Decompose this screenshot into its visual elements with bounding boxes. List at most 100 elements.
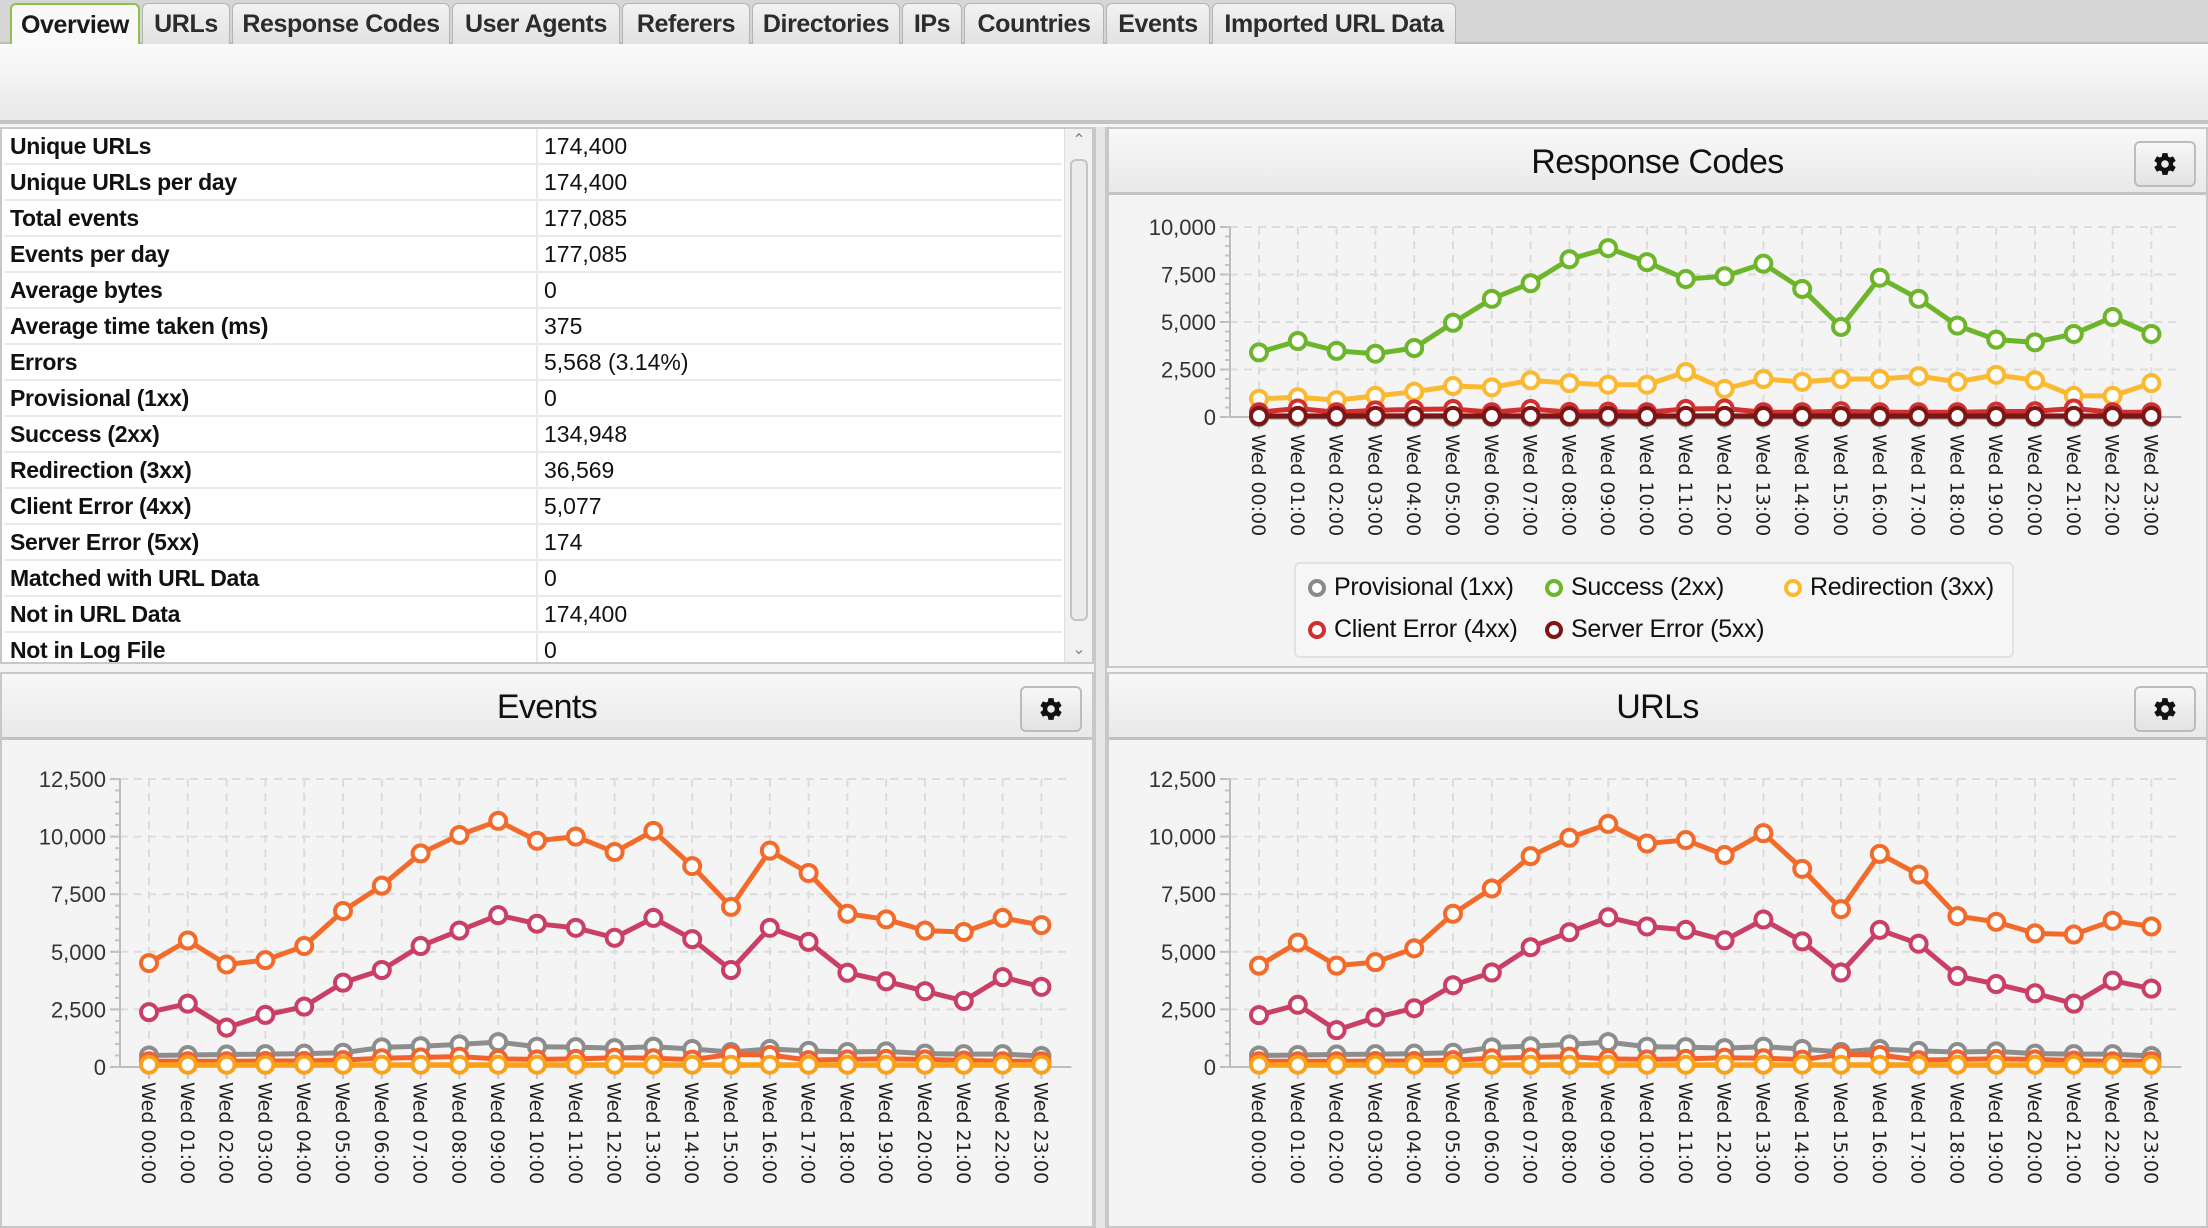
data-point[interactable] bbox=[2141, 373, 2162, 394]
data-point[interactable] bbox=[294, 996, 315, 1017]
data-point[interactable] bbox=[2102, 307, 2123, 328]
data-point[interactable] bbox=[1249, 1054, 1269, 1075]
data-point[interactable] bbox=[1675, 1054, 1696, 1075]
data-point[interactable] bbox=[449, 1054, 470, 1075]
data-point[interactable] bbox=[410, 843, 431, 864]
data-point[interactable] bbox=[1831, 962, 1851, 983]
data-point[interactable] bbox=[1986, 974, 2007, 995]
data-point[interactable] bbox=[1443, 903, 1463, 924]
data-point[interactable] bbox=[1986, 1054, 2007, 1075]
legend-item-client-error[interactable]: Client Error (4xx) bbox=[1308, 614, 1518, 644]
data-point[interactable] bbox=[992, 967, 1013, 988]
data-point[interactable] bbox=[2025, 983, 2045, 1004]
data-point[interactable] bbox=[1675, 830, 1696, 851]
data-point[interactable] bbox=[1443, 405, 1463, 426]
data-point[interactable] bbox=[1792, 278, 1813, 299]
data-point[interactable] bbox=[449, 920, 470, 941]
table-row[interactable]: Redirection (3xx) 36,569 bbox=[4, 453, 1062, 489]
data-point[interactable] bbox=[1986, 406, 2007, 427]
data-point[interactable] bbox=[177, 1054, 198, 1075]
data-point[interactable] bbox=[1326, 955, 1347, 976]
table-row[interactable]: Average bytes 0 bbox=[4, 273, 1062, 309]
data-point[interactable] bbox=[2063, 924, 2084, 945]
data-point[interactable] bbox=[1831, 406, 1851, 427]
data-point[interactable] bbox=[1869, 843, 1890, 864]
data-point[interactable] bbox=[1675, 269, 1696, 290]
table-row[interactable]: Success (2xx) 134,948 bbox=[4, 417, 1062, 453]
data-point[interactable] bbox=[1287, 1054, 1308, 1075]
data-point[interactable] bbox=[1031, 1054, 1052, 1075]
data-point[interactable] bbox=[1404, 938, 1425, 959]
data-point[interactable] bbox=[1675, 919, 1696, 940]
data-point[interactable] bbox=[1598, 238, 1619, 259]
data-point[interactable] bbox=[1520, 937, 1541, 958]
tab-countries[interactable]: Countries bbox=[964, 3, 1104, 44]
data-point[interactable] bbox=[1637, 374, 1657, 395]
data-point[interactable] bbox=[837, 1054, 858, 1075]
data-point[interactable] bbox=[1753, 823, 1774, 844]
data-point[interactable] bbox=[1520, 1054, 1541, 1075]
data-point[interactable] bbox=[2025, 923, 2045, 944]
data-point[interactable] bbox=[1908, 288, 1929, 309]
data-point[interactable] bbox=[1326, 1054, 1347, 1075]
data-point[interactable] bbox=[255, 1004, 276, 1025]
data-point[interactable] bbox=[1287, 331, 1308, 351]
table-row[interactable]: Average time taken (ms) 375 bbox=[4, 309, 1062, 345]
data-point[interactable] bbox=[1481, 288, 1502, 309]
data-point[interactable] bbox=[798, 931, 819, 952]
data-point[interactable] bbox=[953, 1054, 974, 1075]
data-point[interactable] bbox=[1869, 919, 1890, 940]
tab-imported-url-data[interactable]: Imported URL Data bbox=[1212, 3, 1456, 44]
data-point[interactable] bbox=[2102, 970, 2123, 991]
data-point[interactable] bbox=[527, 1054, 547, 1075]
table-row[interactable]: Matched with URL Data 0 bbox=[4, 561, 1062, 597]
data-point[interactable] bbox=[1481, 1054, 1502, 1075]
data-point[interactable] bbox=[449, 824, 470, 845]
data-point[interactable] bbox=[333, 972, 353, 993]
data-point[interactable] bbox=[1869, 406, 1890, 427]
data-point[interactable] bbox=[1714, 266, 1735, 287]
data-point[interactable] bbox=[1792, 858, 1813, 879]
data-point[interactable] bbox=[992, 907, 1013, 928]
data-point[interactable] bbox=[333, 1054, 353, 1075]
data-point[interactable] bbox=[1365, 405, 1386, 426]
data-point[interactable] bbox=[759, 840, 780, 861]
table-row[interactable]: Not in URL Data 174,400 bbox=[4, 597, 1062, 633]
data-point[interactable] bbox=[2063, 323, 2084, 344]
data-point[interactable] bbox=[294, 1054, 315, 1075]
tab-user-agents[interactable]: User Agents bbox=[452, 3, 620, 44]
data-point[interactable] bbox=[1559, 827, 1580, 848]
data-point[interactable] bbox=[488, 1032, 509, 1053]
data-point[interactable] bbox=[2141, 323, 2162, 344]
data-point[interactable] bbox=[759, 1054, 780, 1075]
data-point[interactable] bbox=[1481, 377, 1502, 398]
data-point[interactable] bbox=[721, 960, 741, 981]
data-point[interactable] bbox=[1598, 1032, 1619, 1053]
data-point[interactable] bbox=[1559, 922, 1580, 943]
data-point[interactable] bbox=[565, 917, 586, 938]
data-point[interactable] bbox=[2063, 405, 2084, 426]
data-point[interactable] bbox=[1947, 1054, 1968, 1075]
data-point[interactable] bbox=[2025, 1054, 2045, 1075]
tab-overview[interactable]: Overview bbox=[10, 3, 140, 47]
data-point[interactable] bbox=[1908, 1054, 1929, 1075]
table-row[interactable]: Errors 5,568 (3.14%) bbox=[4, 345, 1062, 381]
data-point[interactable] bbox=[1947, 406, 1968, 427]
data-point[interactable] bbox=[1404, 998, 1425, 1019]
data-point[interactable] bbox=[915, 920, 935, 941]
data-point[interactable] bbox=[1831, 369, 1851, 389]
data-point[interactable] bbox=[527, 830, 547, 851]
data-point[interactable] bbox=[565, 1054, 586, 1075]
data-point[interactable] bbox=[1249, 955, 1269, 976]
data-point[interactable] bbox=[1559, 249, 1580, 270]
data-point[interactable] bbox=[2141, 406, 2162, 427]
data-point[interactable] bbox=[1404, 1054, 1425, 1075]
data-point[interactable] bbox=[371, 1054, 392, 1075]
data-point[interactable] bbox=[1637, 916, 1657, 937]
data-point[interactable] bbox=[2141, 916, 2162, 937]
tab-referers[interactable]: Referers bbox=[622, 3, 750, 44]
tab-ips[interactable]: IPs bbox=[902, 3, 962, 44]
data-point[interactable] bbox=[1520, 405, 1541, 426]
data-point[interactable] bbox=[798, 1054, 819, 1075]
legend-item-provisional[interactable]: Provisional (1xx) bbox=[1308, 572, 1514, 602]
